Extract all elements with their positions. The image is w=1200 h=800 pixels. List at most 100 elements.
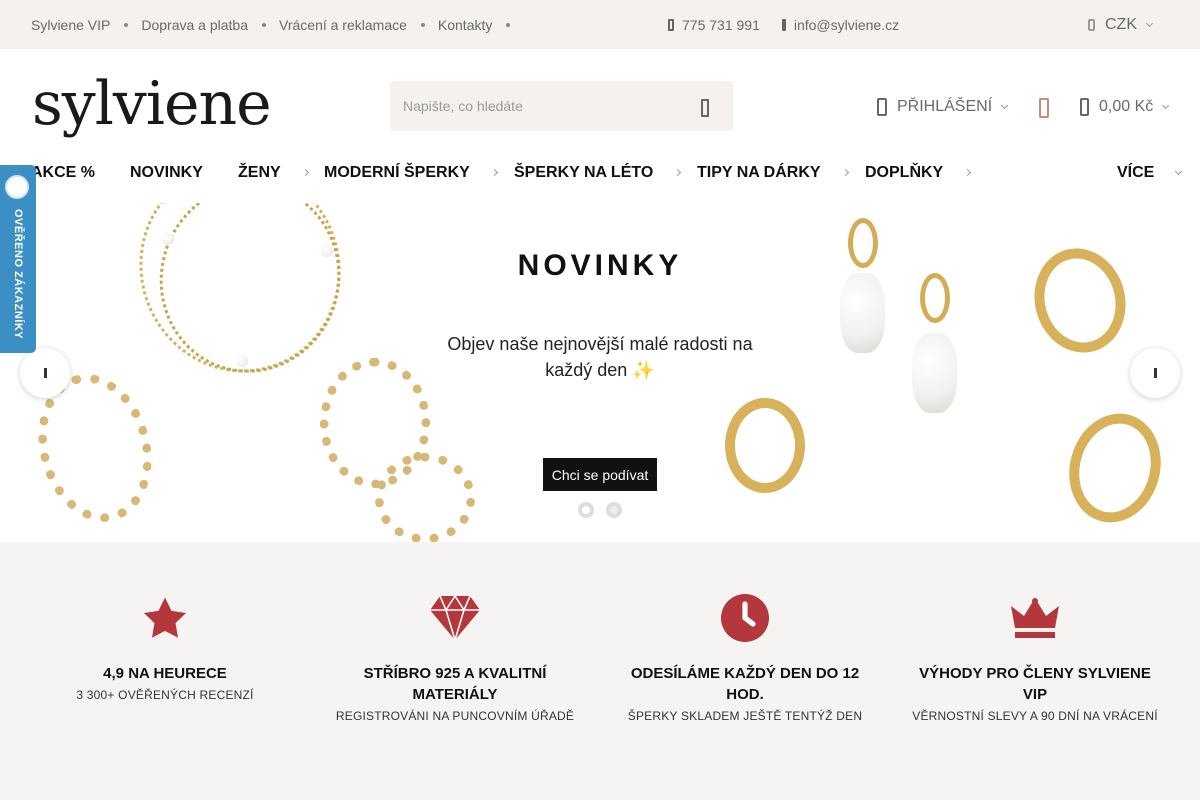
nav-item-summer-jewelry[interactable]: ŠPERKY NA LÉTO xyxy=(514,154,682,191)
login-button[interactable]: PŘIHLÁŠENÍ xyxy=(877,98,1009,116)
top-link-returns[interactable]: Vrácení a reklamace xyxy=(279,17,438,33)
email-link[interactable]: info@sylviene.cz xyxy=(781,16,900,33)
mail-icon xyxy=(781,18,786,31)
clock-icon xyxy=(615,594,875,642)
nav-item-modern-jewelry[interactable]: MODERNÍ ŠPERKY xyxy=(324,154,498,191)
nav-item-sale[interactable]: AKCE % xyxy=(31,154,95,191)
wishlist-icon[interactable] xyxy=(1035,97,1051,118)
login-label: PŘIHLÁŠENÍ xyxy=(897,98,993,115)
phone-number: 775 731 991 xyxy=(682,16,760,33)
feature-title: ODESÍLÁME KAŽDÝ DEN DO 12 HOD. xyxy=(630,665,860,703)
nav-label: ŽENY xyxy=(238,163,281,181)
phone-link[interactable]: 775 731 991 xyxy=(668,17,760,33)
chevron-down-icon xyxy=(1001,101,1009,110)
ear-cuff-image xyxy=(1057,403,1173,533)
user-icon xyxy=(877,98,887,116)
top-links: Sylviene VIP Doprava a platba Vrácení a … xyxy=(31,0,523,49)
feature-vip: VÝHODY PRO ČLENY SYLVIENE VIP VĚRNOSTNÍ … xyxy=(905,594,1165,723)
verified-seal-icon xyxy=(5,175,29,199)
feature-materials: STŘÍBRO 925 A KVALITNÍ MATERIÁLY REGISTR… xyxy=(325,594,585,723)
slider-dot[interactable] xyxy=(578,502,594,518)
feature-subtitle: ŠPERKY SKLADEM JEŠTĚ TENTÝŽ DEN xyxy=(627,709,863,723)
chevron-right-icon xyxy=(674,168,682,177)
hero-subtitle: Objev naše nejnovější malé radosti na ka… xyxy=(447,334,753,380)
feature-rating: 4,9 NA HEURECE 3 300+ OVĚŘENÝCH RECENZÍ xyxy=(35,594,295,702)
separator-dot xyxy=(262,22,267,27)
hoop-earring-image xyxy=(375,453,475,542)
crown-icon xyxy=(905,594,1165,642)
nav-label: ŠPERKY NA LÉTO xyxy=(514,163,654,181)
slider-dot[interactable] xyxy=(606,502,622,518)
currency-icon xyxy=(1088,18,1095,31)
search-bar xyxy=(390,81,733,131)
chevron-right-icon xyxy=(301,168,309,177)
slider-next-button[interactable] xyxy=(1130,348,1180,398)
chevron-right-icon xyxy=(841,168,849,177)
logo[interactable]: sylviene xyxy=(32,69,272,139)
feature-subtitle: 3 300+ OVĚŘENÝCH RECENZÍ xyxy=(76,688,254,702)
feature-title: VÝHODY PRO ČLENY SYLVIENE VIP xyxy=(919,665,1151,703)
chevron-right-icon xyxy=(490,168,498,177)
feature-subtitle: VĚRNOSTNÍ SLEVY A 90 DNÍ NA VRÁCENÍ xyxy=(912,709,1158,723)
currency-label: CZK xyxy=(1105,15,1137,33)
features-section: 4,9 NA HEURECE 3 300+ OVĚŘENÝCH RECENZÍ … xyxy=(0,542,1200,800)
phone-icon xyxy=(668,18,674,31)
nav-item-gift-tips[interactable]: TIPY NA DÁRKY xyxy=(697,154,849,191)
flower-charm-image xyxy=(912,333,957,413)
feature-title: 4,9 NA HEURECE xyxy=(103,665,227,682)
cart-button[interactable]: 0,00 Kč xyxy=(1080,98,1170,116)
feature-title: STŘÍBRO 925 A KVALITNÍ MATERIÁLY xyxy=(363,665,547,703)
contact-info: 775 731 991 info@sylviene.cz xyxy=(668,0,899,49)
chevron-right-icon xyxy=(964,168,972,177)
top-link-label: Kontakty xyxy=(437,16,493,33)
top-link-vip[interactable]: Sylviene VIP xyxy=(31,17,141,33)
cart-total: 0,00 Kč xyxy=(1099,98,1154,115)
top-link-label: Vrácení a reklamace xyxy=(279,16,407,33)
slider-dots xyxy=(578,502,622,518)
chevron-down-icon xyxy=(1175,167,1183,175)
nav-item-women[interactable]: ŽENY xyxy=(238,154,309,191)
currency-selector[interactable]: CZK xyxy=(1088,0,1154,49)
header: sylviene PŘIHLÁŠENÍ 0,00 Kč xyxy=(0,49,1200,154)
slider-prev-button[interactable] xyxy=(20,348,70,398)
search-input[interactable] xyxy=(390,98,680,114)
feature-subtitle: REGISTROVÁNI NA PUNCOVNÍM ÚŘADĚ xyxy=(335,709,575,723)
separator-dot xyxy=(124,22,129,27)
hero-banner[interactable]: NOVINKY Objev naše nejnovější malé rados… xyxy=(0,203,1200,542)
verified-badge-text: OVĚŘENO ZÁKAZNÍKY xyxy=(12,209,24,340)
verified-customers-badge[interactable]: OVĚŘENO ZÁKAZNÍKY xyxy=(0,165,36,353)
nav-item-more[interactable]: VÍCE xyxy=(1117,154,1183,191)
arrow-right-icon xyxy=(1153,368,1157,378)
star-icon xyxy=(35,594,295,642)
nav-label: MODERNÍ ŠPERKY xyxy=(324,163,470,181)
chevron-down-icon xyxy=(1162,101,1170,110)
separator-dot xyxy=(420,22,425,27)
nav-item-accessories[interactable]: DOPLŇKY xyxy=(865,154,972,191)
cart-icon xyxy=(1080,98,1089,116)
top-bar: Sylviene VIP Doprava a platba Vrácení a … xyxy=(0,0,1200,49)
nav-item-new[interactable]: NOVINKY xyxy=(130,154,203,191)
nav-label: TIPY NA DÁRKY xyxy=(697,163,821,181)
hero-cta-button[interactable]: Chci se podívat xyxy=(543,458,657,491)
nav-label: AKCE % xyxy=(31,163,96,181)
search-icon[interactable] xyxy=(699,99,713,117)
top-link-shipping[interactable]: Doprava a platba xyxy=(141,17,279,33)
nav-label: NOVINKY xyxy=(130,163,203,181)
chevron-down-icon xyxy=(1145,19,1154,27)
hero-title: NOVINKY xyxy=(517,249,683,282)
main-nav: AKCE % NOVINKY ŽENY MODERNÍ ŠPERKY ŠPERK… xyxy=(0,154,1200,203)
separator-dot xyxy=(506,22,511,27)
flower-charm-image xyxy=(840,273,885,353)
email-address: info@sylviene.cz xyxy=(793,16,900,33)
nav-label: VÍCE xyxy=(1117,163,1155,181)
bracelet-chain-image xyxy=(138,203,362,394)
pearl-image xyxy=(236,355,248,367)
top-link-label: Doprava a platba xyxy=(141,16,249,33)
feature-shipping: ODESÍLÁME KAŽDÝ DEN DO 12 HOD. ŠPERKY SK… xyxy=(615,594,875,723)
arrow-left-icon xyxy=(43,368,47,378)
pearl-image xyxy=(162,233,174,245)
diamond-icon xyxy=(325,594,585,642)
ring-image xyxy=(725,398,805,493)
nav-label: DOPLŇKY xyxy=(865,163,944,181)
top-link-contacts[interactable]: Kontakty xyxy=(438,17,523,33)
